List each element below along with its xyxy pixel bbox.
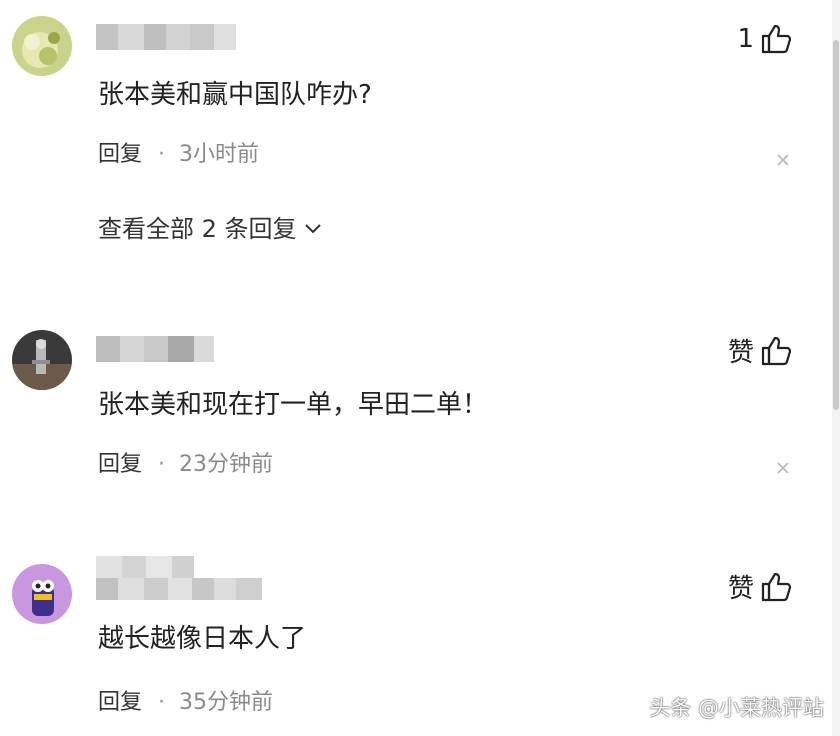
like-button[interactable]: 赞 — [728, 332, 794, 369]
scrollbar-track[interactable] — [832, 0, 840, 736]
comment-meta: 回复 · 35分钟前 — [98, 688, 273, 718]
like-label: 赞 — [727, 338, 754, 368]
avatar[interactable] — [12, 330, 72, 390]
username-blurred-line2 — [96, 578, 262, 600]
username-blurred[interactable] — [96, 24, 236, 50]
scrollbar-thumb[interactable] — [833, 40, 839, 410]
view-replies-label: 查看全部 2 条回复 — [98, 215, 297, 243]
comment-meta: 回复 · 3小时前 — [98, 140, 259, 170]
reply-button[interactable]: 回复 — [98, 450, 142, 480]
like-button[interactable]: 1 — [737, 22, 794, 56]
like-button[interactable]: 赞 — [728, 568, 794, 605]
comment-time: 3小时前 — [179, 142, 260, 167]
comment-item: 赞 张本美和现在打一单，早田二单！ 回复 · 23分钟前 — [0, 310, 840, 530]
comment-text: 张本美和赢中国队咋办? — [98, 80, 372, 110]
separator-dot: · — [158, 452, 166, 477]
thumbs-up-icon — [761, 24, 792, 54]
watermark: 头条 @小莱热评站 — [649, 696, 824, 720]
like-count: 1 — [737, 24, 754, 54]
comment-text: 张本美和现在打一单，早田二单！ — [98, 390, 489, 420]
chevron-down-icon — [304, 224, 321, 234]
avatar[interactable] — [12, 564, 72, 624]
comment-item: 1 张本美和赢中国队咋办? 回复 · 3小时前 查看全部 2 条回复 — [0, 0, 840, 300]
username-blurred[interactable] — [96, 556, 194, 578]
thumbs-up-icon — [761, 336, 792, 365]
close-icon[interactable] — [776, 153, 790, 167]
comment-meta: 回复 · 23分钟前 — [98, 450, 273, 480]
comment-time: 23分钟前 — [179, 452, 274, 477]
close-icon[interactable] — [776, 461, 790, 475]
like-label: 赞 — [727, 574, 754, 604]
separator-dot: · — [158, 142, 166, 167]
separator-dot: · — [158, 690, 166, 715]
view-all-replies-button[interactable]: 查看全部 2 条回复 — [98, 212, 321, 246]
reply-button[interactable]: 回复 — [98, 688, 142, 718]
reply-button[interactable]: 回复 — [98, 140, 142, 170]
comment-time: 35分钟前 — [179, 690, 274, 715]
avatar[interactable] — [12, 16, 72, 76]
thumbs-up-icon — [761, 572, 792, 601]
username-blurred[interactable] — [96, 336, 214, 362]
comment-text: 越长越像日本人了 — [98, 624, 307, 654]
